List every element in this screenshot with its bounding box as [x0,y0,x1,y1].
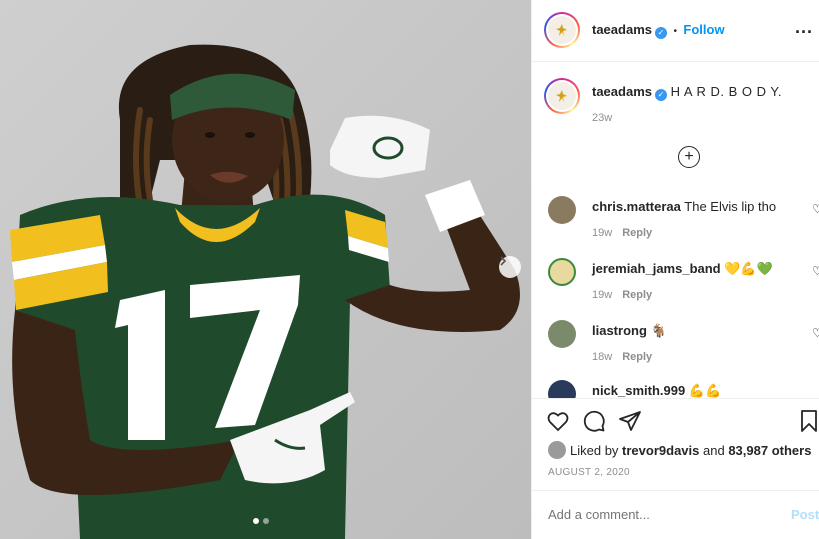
verified-badge-icon: ✓ [654,89,667,101]
separator-dot: • [673,26,677,37]
caption-text: taeadams ✓ H A R D. B O D Y. [592,84,812,101]
author-username[interactable]: taeadams [592,22,652,37]
verified-badge-icon: ✓ [654,27,667,39]
reply-button[interactable]: Reply [622,289,652,301]
action-bar: Liked by trevor9davis and 83,987 others … [532,398,819,539]
comment-avatar[interactable] [548,258,576,286]
post-sidebar: taeadams ✓ • Follow ... taeadams ✓ H A R D… [531,0,819,539]
player-illustration [10,44,520,539]
comment-username[interactable]: liastrong [592,323,647,338]
comment-item: jeremiah_jams_band 💛💪💚 19w Reply ♡ [532,258,819,320]
post-header: taeadams ✓ • Follow ... [532,0,819,62]
share-icon[interactable] [618,409,642,433]
likes-count[interactable]: 83,987 others [728,443,811,458]
comment-text: 💛💪💚 [724,261,773,276]
comment-text: 💪💪 [688,383,722,398]
add-circle-icon[interactable]: + [678,146,700,168]
likes-summary: Liked by trevor9davis and 83,987 others [548,441,811,459]
comment-text: The Elvis lip tho [684,199,777,214]
caption-avatar[interactable] [544,78,580,114]
heart-icon[interactable]: ♡ [812,202,819,216]
reply-button[interactable]: Reply [622,351,652,363]
liker-username[interactable]: trevor9davis [622,443,699,458]
carousel-dot-active [253,518,259,524]
post-photo[interactable] [0,0,531,539]
carousel-dots [253,518,269,524]
liked-prefix: Liked by [570,443,619,458]
comment-time[interactable]: 19w [592,227,612,239]
follow-button[interactable]: Follow [683,22,724,37]
author-avatar[interactable] [544,12,580,48]
jumpman-logo-icon [556,24,567,36]
liker-avatar[interactable] [548,441,566,459]
comment-icon[interactable] [582,409,606,433]
add-comment-bar: Post [532,490,819,539]
comment-time[interactable]: 19w [592,289,612,301]
chevron-right-icon [500,256,507,266]
heart-icon[interactable]: ♡ [812,264,819,278]
comment-username[interactable]: nick_smith.999 [592,383,685,398]
heart-icon[interactable]: ♡ [812,326,819,340]
bookmark-icon[interactable] [798,409,819,433]
comment-item: liastrong 🐐 18w Reply ♡ [532,320,819,382]
comment-item: chris.matteraa The Elvis lip tho 19w Repl… [532,196,819,258]
heart-icon[interactable] [546,409,570,433]
carousel-dot [263,518,269,524]
caption-body: H A R D. B O D Y. [670,84,782,99]
comment-avatar[interactable] [548,196,576,224]
comment-avatar[interactable] [548,320,576,348]
comment-username[interactable]: jeremiah_jams_band [592,261,721,276]
post-comment-button[interactable]: Post [791,507,819,522]
comment-time[interactable]: 18w [592,351,612,363]
comment-input[interactable] [548,507,768,522]
reply-button[interactable]: Reply [622,227,652,239]
post-date[interactable]: AUGUST 2, 2020 [548,467,630,478]
liked-and: and [703,443,725,458]
comment-username[interactable]: chris.matteraa [592,199,681,214]
more-options-icon[interactable]: ... [795,18,813,36]
jumpman-logo-icon [556,90,567,102]
caption-username[interactable]: taeadams [592,84,652,99]
next-slide-button[interactable] [499,256,521,278]
comment-text: 🐐 [650,323,667,338]
caption-time[interactable]: 23w [592,112,612,124]
